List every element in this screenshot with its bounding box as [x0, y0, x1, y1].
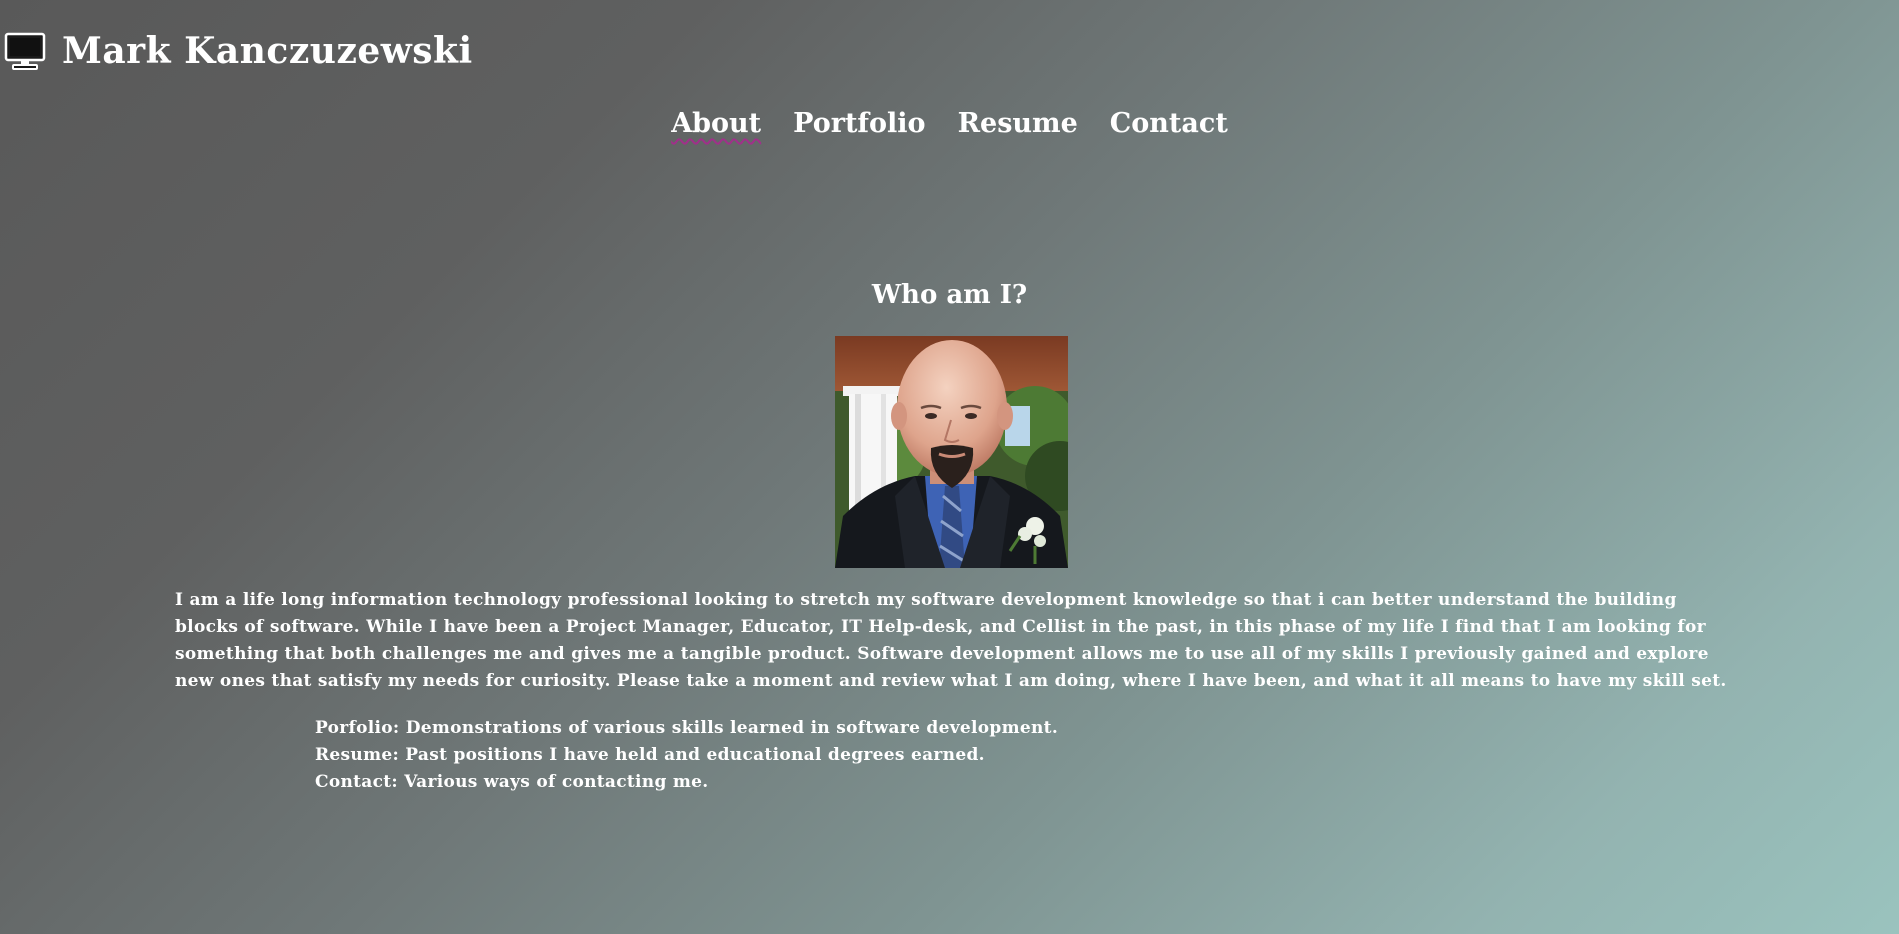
- list-item-resume: Resume: Past positions I have held and e…: [315, 745, 985, 765]
- list-item-contact: Contact: Various ways of contacting me.: [315, 772, 709, 792]
- monitor-icon: [4, 30, 46, 72]
- nav-link-contact[interactable]: Contact: [1110, 108, 1228, 139]
- profile-photo: [835, 336, 1068, 568]
- list-item-portfolio: Porfolio: Demonstrations of various skil…: [315, 718, 1059, 738]
- nav-link-about[interactable]: About: [671, 108, 761, 139]
- bio-paragraph: I am a life long information technology …: [175, 590, 1727, 691]
- nav-link-portfolio[interactable]: Portfolio: [793, 108, 925, 139]
- section-summary-list: Porfolio: Demonstrations of various skil…: [315, 715, 1058, 796]
- nav-link-resume[interactable]: Resume: [958, 108, 1078, 139]
- page-heading: Who am I?: [871, 280, 1028, 310]
- site-header: Mark Kanczuzewski: [4, 28, 473, 74]
- site-title: Mark Kanczuzewski: [62, 30, 473, 72]
- main-nav: About Portfolio Resume Contact: [0, 108, 1899, 139]
